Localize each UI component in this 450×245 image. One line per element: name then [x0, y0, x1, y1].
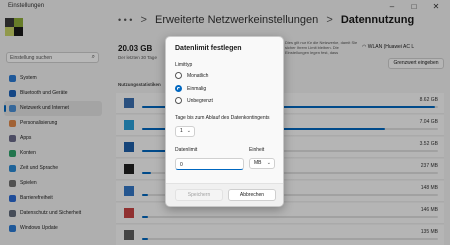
unit-value: MB [254, 160, 262, 166]
radio-label: Monatlich [187, 73, 209, 79]
dialog-footer: Speichern Abbrechen [166, 183, 283, 206]
radio-circle [175, 72, 182, 79]
cancel-button[interactable]: Abbrechen [228, 189, 276, 201]
radio-circle [175, 97, 182, 104]
chevron-down-icon: ⌄ [186, 128, 191, 134]
data-limit-dialog: Datenlimit festlegen Limittyp Monatlich … [165, 36, 284, 207]
limit-input[interactable]: 0 [175, 158, 244, 170]
limit-type-label: Limittyp [175, 62, 193, 68]
unit-dropdown[interactable]: MB ⌄ [249, 158, 275, 169]
radio-circle [175, 85, 182, 92]
save-button[interactable]: Speichern [175, 189, 223, 201]
unit-label: Einheit [249, 147, 265, 153]
limit-label: Datenlimit [175, 147, 198, 153]
days-label: Tage bis zum Ablauf des Datenkontingents [175, 115, 270, 121]
days-value: 1 [180, 128, 183, 134]
dialog-title: Datenlimit festlegen [175, 45, 242, 52]
days-dropdown[interactable]: 1 ⌄ [175, 126, 195, 137]
chevron-down-icon: ⌄ [266, 160, 271, 166]
radio-label: Unbegrenzt [187, 98, 213, 104]
radio-label: Einmalig [187, 86, 207, 92]
